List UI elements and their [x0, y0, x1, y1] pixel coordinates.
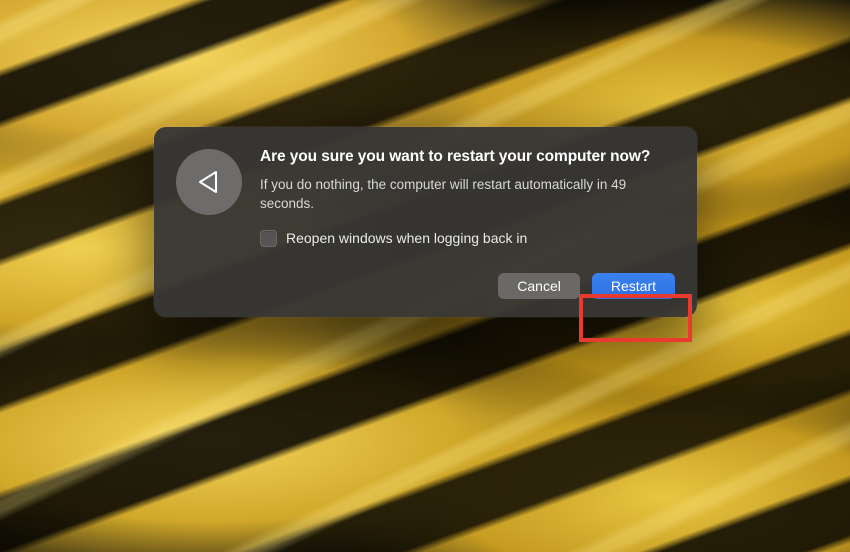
dialog-title: Are you sure you want to restart your co… [260, 147, 675, 167]
dialog-buttons: Cancel Restart [176, 273, 675, 299]
dialog-content: Are you sure you want to restart your co… [260, 147, 675, 251]
dialog-message: If you do nothing, the computer will res… [260, 176, 675, 214]
restart-confirmation-dialog: Are you sure you want to restart your co… [154, 127, 697, 317]
reopen-windows-row[interactable]: Reopen windows when logging back in [260, 230, 675, 247]
restart-icon [176, 149, 242, 215]
cancel-button[interactable]: Cancel [498, 273, 580, 299]
reopen-windows-checkbox[interactable] [260, 230, 277, 247]
reopen-windows-label: Reopen windows when logging back in [286, 230, 527, 246]
dialog-body: Are you sure you want to restart your co… [176, 147, 675, 251]
restart-button[interactable]: Restart [592, 273, 675, 299]
triangle-icon [194, 167, 224, 197]
